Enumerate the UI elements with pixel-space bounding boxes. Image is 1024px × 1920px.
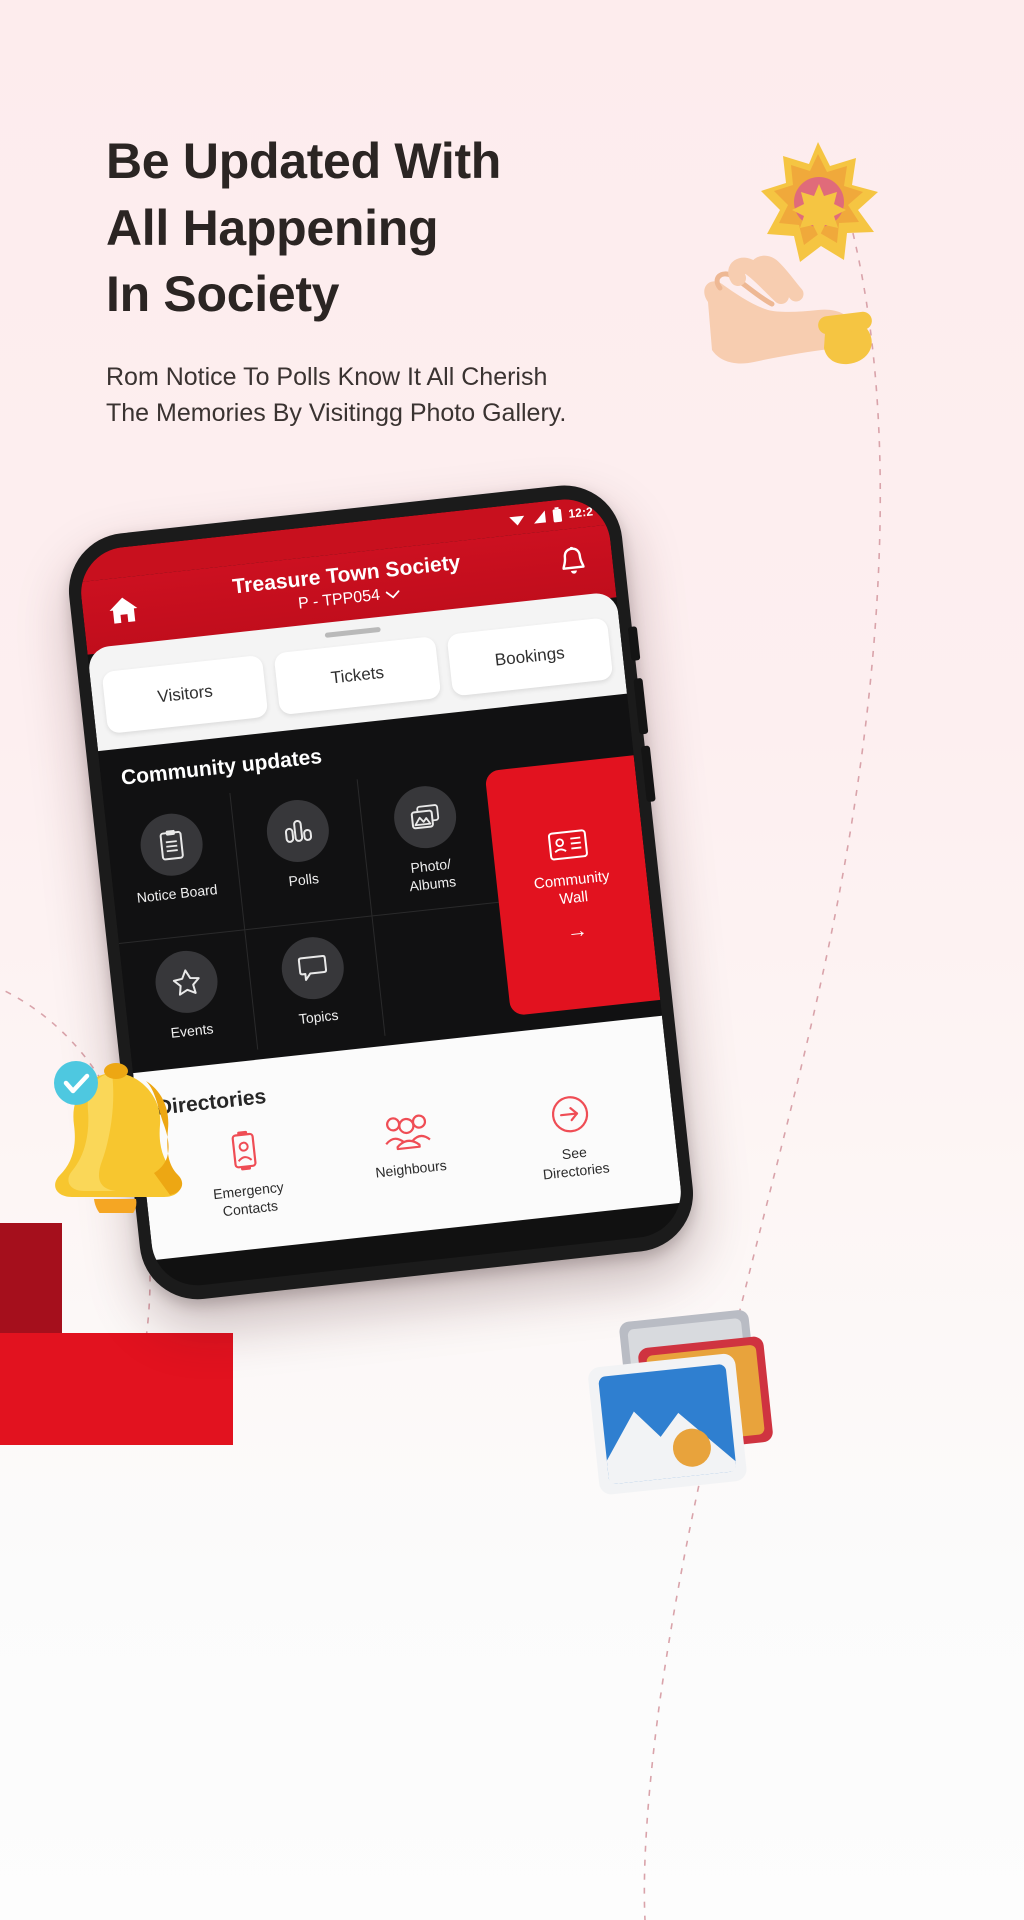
arrow-circle-right-icon	[551, 1095, 589, 1132]
tab-bookings[interactable]: Bookings	[446, 617, 614, 697]
tab-tickets[interactable]: Tickets	[273, 636, 441, 716]
home-icon	[109, 597, 137, 624]
phone-side-button-mute	[627, 626, 641, 661]
decorative-block-red	[0, 1333, 233, 1445]
photo-stack-icon	[411, 804, 440, 830]
community-item-notice-board[interactable]: Notice Board	[104, 793, 246, 944]
decorative-block-dark-red	[0, 1223, 62, 1333]
directory-item-label: See Directories	[542, 1143, 611, 1183]
tab-visitors[interactable]: Visitors	[101, 654, 269, 734]
community-item-polls[interactable]: Polls	[230, 779, 373, 931]
id-card-icon	[547, 828, 588, 860]
star-icon	[172, 968, 200, 996]
bar-chart-icon	[285, 819, 313, 843]
home-button[interactable]	[100, 593, 147, 627]
community-wall-card[interactable]: Community Wall →	[484, 755, 661, 1016]
directory-item-label: Neighbours	[374, 1156, 448, 1181]
community-item-photo-albums[interactable]: Photo/ Albums	[357, 765, 499, 917]
status-bar-time: 12:2	[567, 504, 594, 521]
battery-icon	[552, 506, 563, 523]
bell-notification-illustration	[54, 1061, 183, 1213]
directory-item-see-directories[interactable]: See Directories	[486, 1085, 659, 1191]
arrow-right-icon: →	[565, 918, 589, 944]
signal-icon	[534, 510, 547, 524]
photo-gallery-illustration	[588, 1310, 773, 1495]
community-updates-grid: Notice Board Polls Photo/ Albums Events …	[104, 765, 512, 1063]
notifications-button[interactable]	[549, 544, 596, 578]
icon-circle	[137, 810, 206, 879]
phone-side-button-volume-up	[633, 677, 649, 735]
drag-handle[interactable]	[324, 626, 381, 638]
community-updates-section: Community updates Notice Board Polls Pho…	[98, 693, 662, 1073]
wifi-icon	[509, 515, 525, 526]
chevron-down-icon	[385, 589, 400, 599]
community-item-topics[interactable]: Topics	[245, 916, 386, 1049]
community-item-label: Polls	[287, 870, 320, 890]
phone-side-button-volume-down	[640, 745, 656, 803]
community-item-label: Topics	[297, 1006, 340, 1027]
starburst-hand-illustration	[704, 142, 878, 365]
icon-circle	[264, 796, 333, 866]
community-item-events[interactable]: Events	[119, 930, 259, 1063]
community-item-label: Events	[169, 1020, 215, 1041]
icon-circle	[279, 933, 348, 1003]
community-item-label: Photo/ Albums	[408, 855, 457, 894]
icon-circle	[152, 947, 221, 1017]
speech-bubble-icon	[298, 954, 328, 981]
bell-icon	[561, 546, 585, 574]
community-grid-empty-cell	[372, 903, 512, 1036]
community-item-label: Notice Board	[135, 881, 219, 906]
icon-circle	[391, 782, 460, 852]
contact-card-icon	[231, 1130, 257, 1170]
community-wall-label: Community Wall	[533, 867, 611, 909]
people-group-icon	[385, 1113, 431, 1150]
directory-item-label: Emergency Contacts	[212, 1178, 285, 1219]
directory-item-neighbours[interactable]: Neighbours	[323, 1103, 496, 1209]
clipboard-icon	[159, 829, 184, 861]
